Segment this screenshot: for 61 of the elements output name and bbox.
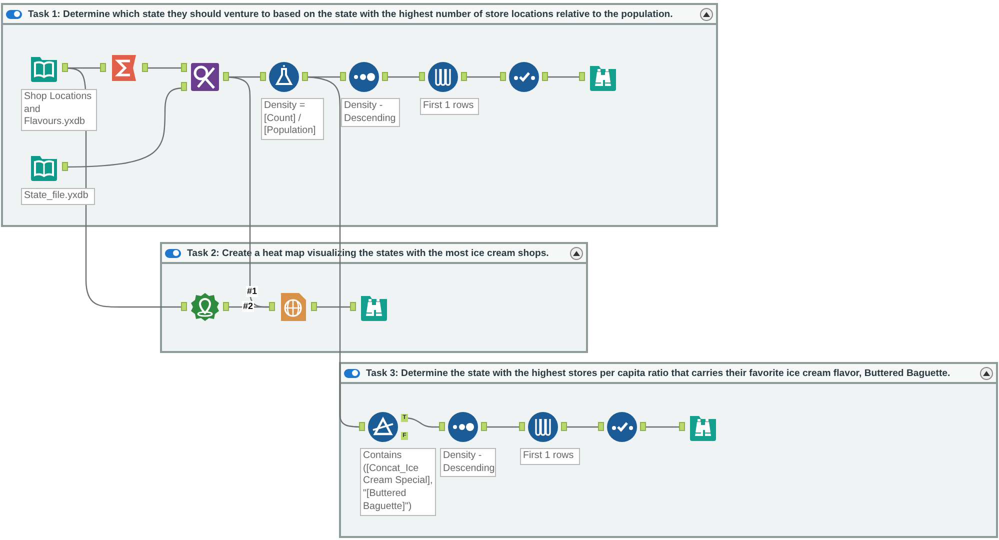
output-anchor[interactable] — [542, 72, 548, 81]
output-anchor[interactable] — [561, 422, 567, 431]
magnifier-icon[interactable] — [190, 62, 220, 92]
tool-annotation: Density - Descending — [440, 448, 496, 478]
caret-icon — [573, 250, 580, 256]
input-anchor[interactable] — [260, 72, 266, 81]
input-anchor[interactable] — [439, 422, 445, 431]
caret-icon — [983, 370, 990, 376]
tool-annotation: First 1 rows — [420, 98, 479, 115]
connection-label: #1 — [246, 286, 258, 297]
tool-annotation: Shop Locations and Flavours.yxdb — [21, 89, 97, 132]
test-tubes-icon[interactable] — [528, 412, 558, 442]
tool-annotation: State_file.yxdb — [21, 188, 95, 205]
tool-annotation: Density - Descending — [341, 98, 400, 128]
input-anchor[interactable] — [579, 72, 585, 81]
globe-icon[interactable] — [278, 292, 308, 322]
output-anchor[interactable] — [461, 72, 467, 81]
collapse-button[interactable] — [700, 8, 713, 20]
input-anchor[interactable] — [500, 72, 506, 81]
container-title: Task 3: Determine the state with the highest stores per capita ratio that carries their favorite ice cream flavor, Buttered Baguette. — [366, 368, 952, 378]
checkmark-icon[interactable] — [509, 62, 539, 92]
tool-annotation: Density = [Count] / [Population] — [261, 98, 324, 140]
output-anchor[interactable] — [481, 422, 487, 431]
container-title: Task 1: Determine which state they should venture to based on the state with the highest number of store locations relative to the population. — [28, 8, 674, 20]
toggle-switch[interactable] — [344, 368, 360, 378]
tool-annotation: First 1 rows — [520, 448, 580, 465]
input-anchor[interactable] — [181, 82, 187, 91]
input-anchor[interactable] — [679, 422, 685, 431]
map-pin-icon[interactable] — [190, 292, 220, 322]
output-anchor[interactable] — [62, 63, 68, 72]
input-anchor[interactable] — [598, 422, 604, 431]
output-anchor[interactable] — [640, 422, 646, 431]
dots-icon[interactable] — [349, 62, 379, 92]
caret-icon — [703, 12, 710, 16]
output-anchor[interactable] — [311, 302, 317, 311]
connection-label: #2 — [242, 301, 254, 312]
output-anchor[interactable] — [382, 72, 388, 81]
dots-icon[interactable] — [448, 412, 478, 442]
input-anchor[interactable] — [181, 302, 187, 311]
sigma-icon[interactable] — [109, 53, 139, 83]
test-tubes-icon[interactable] — [428, 62, 458, 92]
input-anchor[interactable] — [419, 72, 425, 81]
input-anchor[interactable] — [340, 72, 346, 81]
output-anchor[interactable] — [142, 63, 148, 72]
collapse-button[interactable] — [980, 366, 993, 380]
input-anchor[interactable] — [519, 422, 525, 431]
toggle-switch[interactable] — [6, 10, 22, 18]
checkmark-icon[interactable] — [607, 412, 637, 442]
output-anchor[interactable] — [223, 72, 229, 81]
input-anchor[interactable] — [350, 302, 356, 311]
input-anchor[interactable] — [269, 302, 275, 311]
tool-annotation: Contains ([Concat_Ice Cream Special], "[Buttered Baguette]") — [360, 448, 436, 516]
input-anchor[interactable] — [359, 422, 365, 431]
collapse-button[interactable] — [570, 246, 583, 260]
input-anchor[interactable] — [100, 63, 106, 72]
output-anchor[interactable] — [62, 162, 68, 171]
flask-icon[interactable] — [269, 62, 299, 92]
input-anchor[interactable] — [181, 63, 187, 72]
toggle-switch[interactable] — [165, 248, 181, 258]
output-anchor[interactable] — [302, 72, 308, 81]
output-anchor[interactable] — [223, 302, 229, 311]
